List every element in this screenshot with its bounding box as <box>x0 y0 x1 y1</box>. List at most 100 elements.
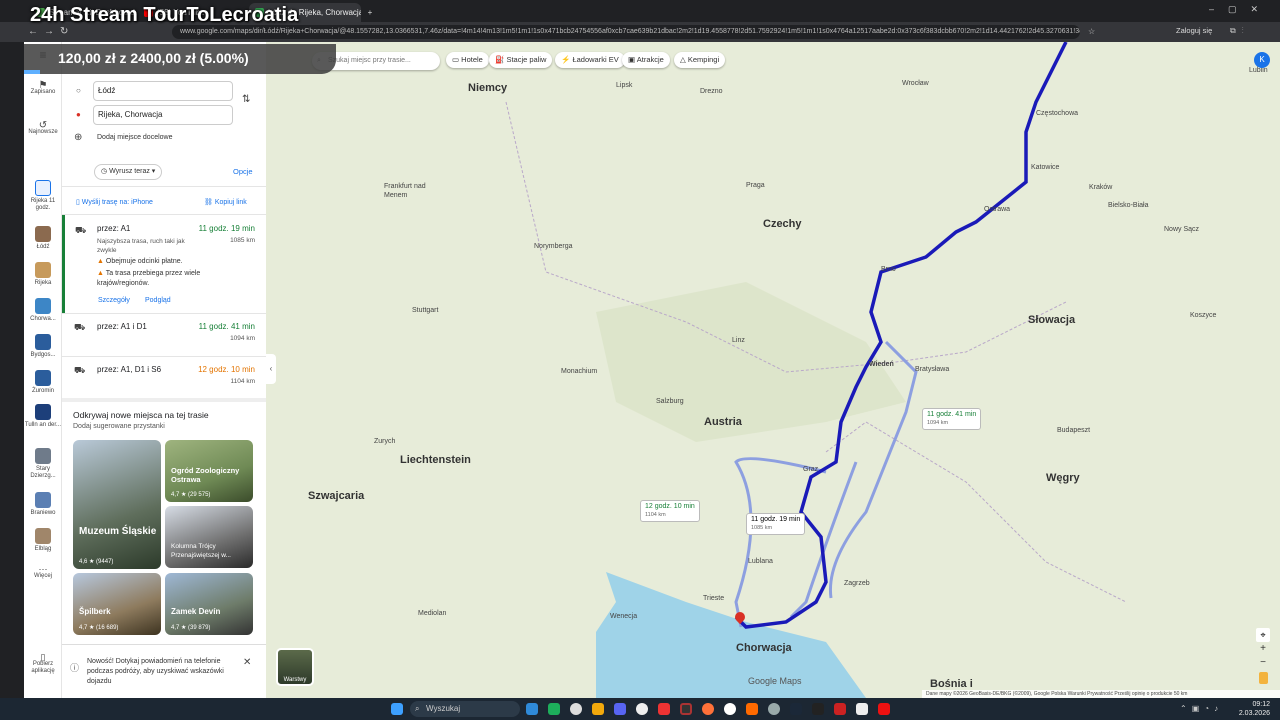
my-location-icon[interactable]: ⌖ <box>1256 628 1270 642</box>
add-icon[interactable]: ⊕ <box>74 132 82 143</box>
taskbar-search[interactable]: ⌕ Wyszukaj <box>410 701 520 717</box>
chip-campgrounds[interactable]: △ Kempingi <box>674 52 726 68</box>
place-thumb <box>35 226 51 242</box>
donation-goal-overlay: 120,00 zł z 2400,00 zł (5.00%) <box>24 44 336 74</box>
zoom-out-button[interactable]: − <box>1256 656 1270 670</box>
app-icon[interactable] <box>636 703 648 715</box>
rail-recent-zuromin[interactable]: Żuromin <box>24 370 62 395</box>
destination-input[interactable]: Rijeka, Chorwacja <box>93 105 233 125</box>
start-icon[interactable] <box>391 703 403 715</box>
send-to-phone-button[interactable]: ▯ Wyślij trasę na: iPhone <box>76 198 153 206</box>
route-details-button[interactable]: Szczegóły <box>98 297 130 304</box>
app-icon[interactable] <box>834 703 846 715</box>
place-card-spilberk[interactable]: Špilberk 4,7 ★ (16 689) <box>73 573 161 635</box>
app-icon[interactable] <box>768 703 780 715</box>
alt-route-west[interactable] <box>734 457 827 628</box>
rail-recent-lodz[interactable]: Łódź <box>24 226 62 251</box>
place-card-devin[interactable]: Zamek Devín 4,7 ★ (39 879) <box>165 573 253 635</box>
place-card-kolumna[interactable]: Kolumna Trójcy Przenajświętszej w... <box>165 506 253 568</box>
route-option-3[interactable]: ⛟ przez: A1, D1 i S6 12 godz. 10 min 110… <box>62 357 266 397</box>
route-option-2[interactable]: ⛟ przez: A1 i D1 11 godz. 41 min 1094 km <box>62 314 266 356</box>
chip-hotels[interactable]: ▭ Hotele <box>446 52 489 68</box>
route-option-1[interactable]: ⛟ przez: A1 11 godz. 19 min 1085 km Najs… <box>62 215 266 313</box>
rail-recent-rijeka-2[interactable]: Rijeka <box>24 262 62 287</box>
route-label-main[interactable]: 11 godz. 19 min 1085 km <box>746 513 806 535</box>
close-icon[interactable]: ✕ <box>243 657 251 668</box>
rail-more[interactable]: ⋯ Więcej <box>24 565 62 580</box>
chip-gas-stations[interactable]: ⛽ Stacje paliw <box>489 52 553 68</box>
place-thumb <box>35 298 51 314</box>
collapse-panel-button[interactable]: ‹ <box>266 354 276 384</box>
route-via: przez: A1 i D1 <box>97 322 147 331</box>
bookmark-icon[interactable]: ☆ <box>1088 22 1095 42</box>
zoom-in-button[interactable]: + <box>1256 642 1270 656</box>
app-icon[interactable] <box>856 703 868 715</box>
rail-recent-chorwacja[interactable]: Chorwa... <box>24 298 62 323</box>
options-button[interactable]: Opcje <box>233 167 253 176</box>
rail-recent-stary-dzierzgon[interactable]: Stary Dzierzg... <box>24 448 62 480</box>
swap-icon[interactable]: ⇅ <box>242 94 250 105</box>
discord-icon[interactable] <box>614 703 626 715</box>
route-preview-button[interactable]: Podgląd <box>145 297 171 304</box>
rail-recent-bydgoszcz[interactable]: Bydgos... <box>24 334 62 359</box>
city-label: Graz <box>803 466 819 473</box>
extensions-icon[interactable]: ⧉⋮ <box>1230 26 1276 38</box>
depart-time-dropdown[interactable]: ◷ Wyrusz teraz ▾ <box>94 164 163 180</box>
rail-recent[interactable]: ↺ Najnowsze <box>24 121 62 136</box>
route-distance: 1104 km <box>230 378 255 385</box>
phone-icon: ▯ <box>40 652 46 662</box>
rail-recent-elblag[interactable]: Elbląg <box>24 528 62 553</box>
browser-side-panel <box>0 22 24 698</box>
city-label: Lipsk <box>616 82 633 89</box>
rail-recent-rijeka[interactable]: Rijeka 11 godz. <box>24 180 62 212</box>
city-label: Nowy Sącz <box>1164 226 1200 233</box>
app-icon[interactable] <box>746 703 758 715</box>
rail-get-app[interactable]: ▯ Pobierz aplikację <box>24 652 62 675</box>
copy-link-button[interactable]: ⛓ Kopiuj link <box>204 198 247 206</box>
rail-recent-tulln[interactable]: Tulln an der... <box>24 404 62 429</box>
chrome-icon[interactable] <box>570 703 582 715</box>
app-icon[interactable] <box>592 703 604 715</box>
origin-input[interactable]: Łódź <box>93 81 233 101</box>
city-label: Monachium <box>561 368 598 375</box>
app-icon[interactable] <box>812 703 824 715</box>
city-label: Salzburg <box>656 398 684 405</box>
city-label: Mediolan <box>418 610 447 617</box>
route-via: przez: A1, D1 i S6 <box>97 365 162 374</box>
street-view-pegman-icon[interactable] <box>1259 672 1268 684</box>
info-icon: ⓘ <box>70 663 80 673</box>
place-card-muzeum[interactable]: Muzeum Śląskie 4,6 ★ (9447) <box>73 440 161 569</box>
chip-attractions[interactable]: ▣ Atrakcje <box>622 52 670 68</box>
route-label-alt-1[interactable]: 11 godz. 41 min 1094 km <box>922 408 982 430</box>
app-icon[interactable] <box>548 703 560 715</box>
route-description: Najszybsza trasa, ruch taki jak zwykle <box>97 238 185 254</box>
app-icon[interactable] <box>878 703 890 715</box>
steam-icon[interactable] <box>790 703 802 715</box>
firefox-icon[interactable] <box>702 703 714 715</box>
city-label: Norymberga <box>534 243 573 250</box>
route-time: 11 godz. 41 min <box>198 322 255 331</box>
tray-icons[interactable]: ⌃▣◔♪ <box>1180 704 1223 713</box>
window-controls[interactable]: –▢✕ <box>1209 4 1272 15</box>
place-card-zoo[interactable]: Ogród Zoologiczny Ostrawa 4,7 ★ (29 575) <box>165 440 253 502</box>
layers-button[interactable]: Warstwy <box>276 648 314 686</box>
route-distance: 1085 km <box>230 237 255 244</box>
app-icon[interactable] <box>526 703 538 715</box>
warning-icon: ▲ <box>97 258 104 265</box>
country-label: Węgry <box>1046 472 1080 484</box>
place-thumb <box>35 334 51 350</box>
rail-saved[interactable]: ⚑ Zapisano <box>24 81 62 96</box>
obs-icon[interactable] <box>680 703 692 715</box>
route-label-alt-2[interactable]: 12 godz. 10 min 1104 km <box>640 500 700 522</box>
address-bar[interactable]: www.google.com/maps/dir/Łódź/Rijeka+Chor… <box>172 25 1080 39</box>
add-destination-button[interactable]: Dodaj miejsce docelowe <box>97 134 172 141</box>
avatar[interactable]: K <box>1254 52 1270 68</box>
app-icon[interactable] <box>658 703 670 715</box>
clock[interactable]: 09:12 2.03.2026 <box>1238 700 1270 718</box>
new-tab-button[interactable]: + <box>363 3 377 22</box>
chip-ev-chargers[interactable]: ⚡ Ładowarki EV <box>555 52 625 68</box>
app-icon[interactable] <box>724 703 736 715</box>
rail-recent-braniewo[interactable]: Braniewo <box>24 492 62 517</box>
map-canvas[interactable]: ⌕Szukaj miejsc przy trasie... ▭ Hotele ⛽… <box>266 42 1280 698</box>
login-button[interactable]: Zaloguj się <box>1176 26 1212 35</box>
